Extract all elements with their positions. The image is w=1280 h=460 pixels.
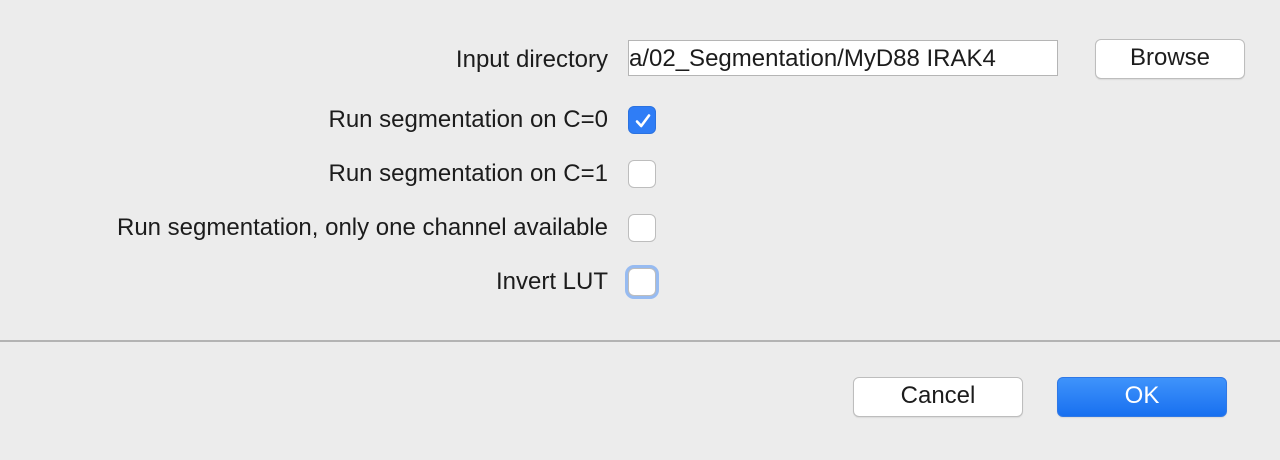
checkbox-label-invert-lut: Invert LUT: [495, 268, 608, 295]
input-directory-field[interactable]: a/02_Segmentation/MyD88 IRAK4: [628, 40, 1058, 76]
browse-button[interactable]: Browse: [1095, 39, 1245, 79]
separator: [0, 340, 1280, 342]
run-segmentation-c0-checkbox[interactable]: [628, 106, 656, 134]
checkbox-label-run-c1: Run segmentation on C=1: [328, 160, 608, 187]
checkmark-icon: [635, 114, 651, 128]
input-directory-value: a/02_Segmentation/MyD88 IRAK4: [629, 45, 996, 72]
ok-button[interactable]: OK: [1057, 377, 1227, 417]
invert-lut-checkbox[interactable]: [628, 268, 656, 296]
checkbox-label-run-single-channel: Run segmentation, only one channel avail…: [116, 214, 608, 241]
checkbox-label-run-c0: Run segmentation on C=0: [328, 106, 608, 133]
generic-dialog: Input directory a/02_Segmentation/MyD88 …: [0, 0, 1280, 460]
run-segmentation-single-channel-checkbox[interactable]: [628, 214, 656, 242]
cancel-button[interactable]: Cancel: [853, 377, 1023, 417]
input-directory-label: Input directory: [455, 46, 608, 73]
run-segmentation-c1-checkbox[interactable]: [628, 160, 656, 188]
